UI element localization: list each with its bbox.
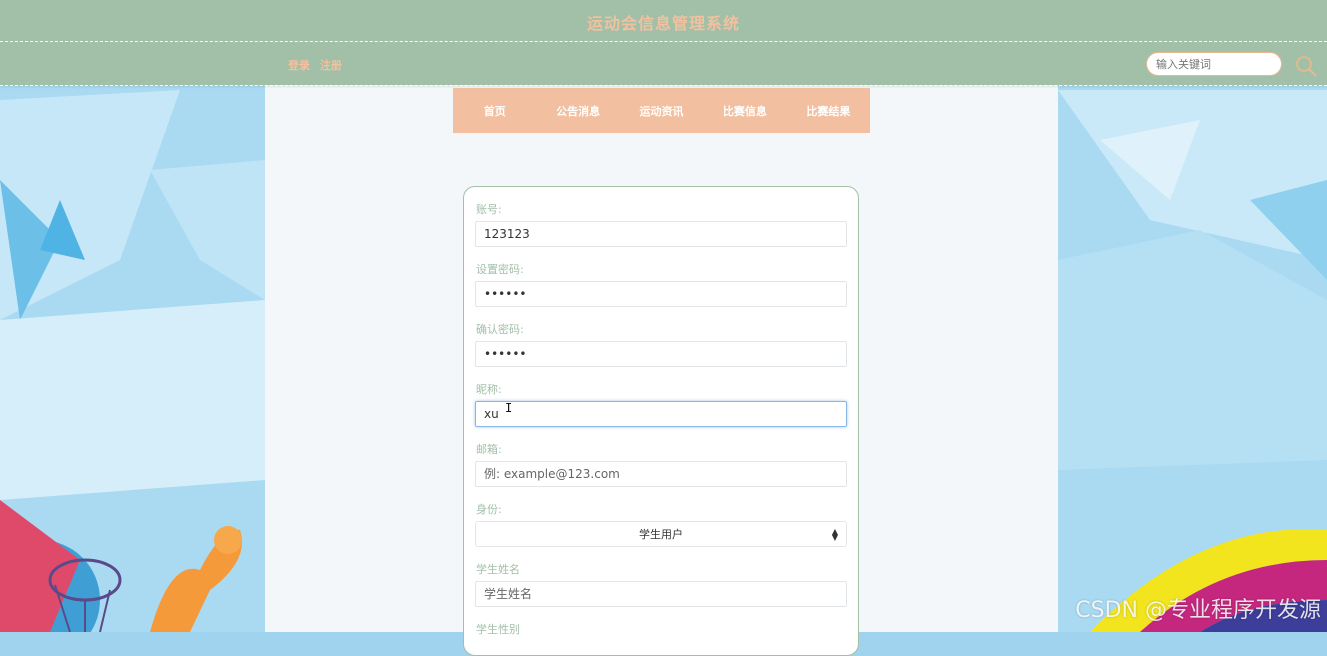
student-name-label: 学生姓名 <box>476 563 520 576</box>
login-link[interactable]: 登录 <box>288 59 310 72</box>
student-name-input[interactable] <box>475 581 847 607</box>
text-cursor-icon: I <box>505 401 513 415</box>
role-select-value: 学生用户 <box>639 528 683 541</box>
register-form: 账号: 设置密码: 确认密码: 昵称: 邮箱: 身份: 学生用户 ▲▼ 学生姓名… <box>463 186 859 656</box>
header-bottom-divider <box>0 85 1327 86</box>
account-input[interactable] <box>475 221 847 247</box>
role-label: 身份: <box>476 503 502 516</box>
password-label: 设置密码: <box>476 263 524 276</box>
auth-links: 登录 注册 <box>288 57 348 73</box>
student-gender-label: 学生性别 <box>476 623 520 636</box>
email-input[interactable] <box>475 461 847 487</box>
account-label: 账号: <box>476 203 502 216</box>
watermark: CSDN @专业程序开发源 <box>1075 598 1321 623</box>
search-input[interactable] <box>1146 52 1282 76</box>
nav-match-info[interactable]: 比赛信息 <box>703 103 786 119</box>
main-nav: 首页 公告消息 运动资讯 比赛信息 比赛结果 <box>453 88 870 133</box>
register-link[interactable]: 注册 <box>320 59 342 72</box>
password-input[interactable] <box>475 281 847 307</box>
search-icon[interactable] <box>1294 54 1318 78</box>
nickname-label: 昵称: <box>476 383 502 396</box>
nav-announcements[interactable]: 公告消息 <box>536 103 619 119</box>
nav-sports-news[interactable]: 运动资讯 <box>620 103 703 119</box>
confirm-password-label: 确认密码: <box>476 323 524 336</box>
site-header: 运动会信息管理系统 登录 注册 <box>0 0 1327 85</box>
select-arrows-icon: ▲ ▼ <box>831 527 838 542</box>
nav-match-results[interactable]: 比赛结果 <box>787 103 870 119</box>
email-label: 邮箱: <box>476 443 502 456</box>
confirm-password-input[interactable] <box>475 341 847 367</box>
site-title: 运动会信息管理系统 <box>586 14 740 33</box>
nav-home[interactable]: 首页 <box>453 103 536 119</box>
header-divider <box>0 41 1327 42</box>
role-select[interactable]: 学生用户 ▲ ▼ <box>475 521 847 547</box>
nickname-input[interactable] <box>475 401 847 427</box>
